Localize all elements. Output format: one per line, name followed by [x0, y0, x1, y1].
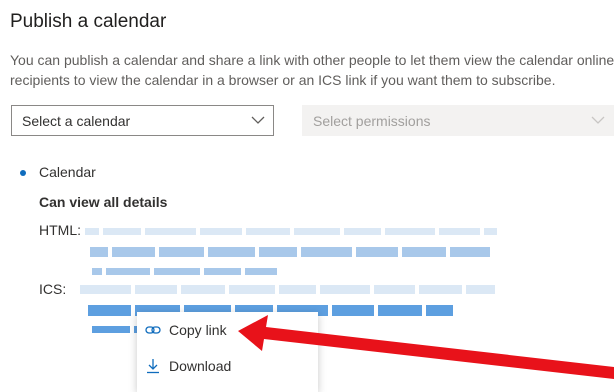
permission-level: Can view all details [39, 194, 168, 210]
download-label: Download [169, 358, 232, 374]
calendar-dropdown-value: Select a calendar [22, 112, 131, 129]
copy-link-menu-item[interactable]: Copy link [137, 312, 318, 348]
download-menu-item[interactable]: Download [137, 348, 318, 384]
description-text: You can publish a calendar and share a l… [10, 50, 614, 90]
calendar-dropdown[interactable]: Select a calendar [11, 105, 274, 136]
copy-link-label: Copy link [169, 322, 227, 338]
published-calendar-name: Calendar [39, 164, 96, 180]
permissions-dropdown-value: Select permissions [313, 112, 431, 129]
link-icon [145, 326, 161, 334]
page-title: Publish a calendar [10, 11, 167, 32]
calendar-bullet [20, 170, 26, 176]
description-line-2: recipients to view the calendar in a bro… [10, 72, 556, 88]
permissions-dropdown[interactable]: Select permissions [302, 105, 614, 136]
ics-link-label: ICS: [39, 281, 67, 297]
description-line-1: You can publish a calendar and share a l… [10, 52, 614, 68]
html-link-label: HTML: [39, 222, 81, 238]
chevron-down-icon [591, 116, 605, 124]
context-menu: Copy link Download [137, 312, 318, 392]
download-icon [147, 359, 159, 374]
chevron-down-icon [251, 116, 265, 124]
